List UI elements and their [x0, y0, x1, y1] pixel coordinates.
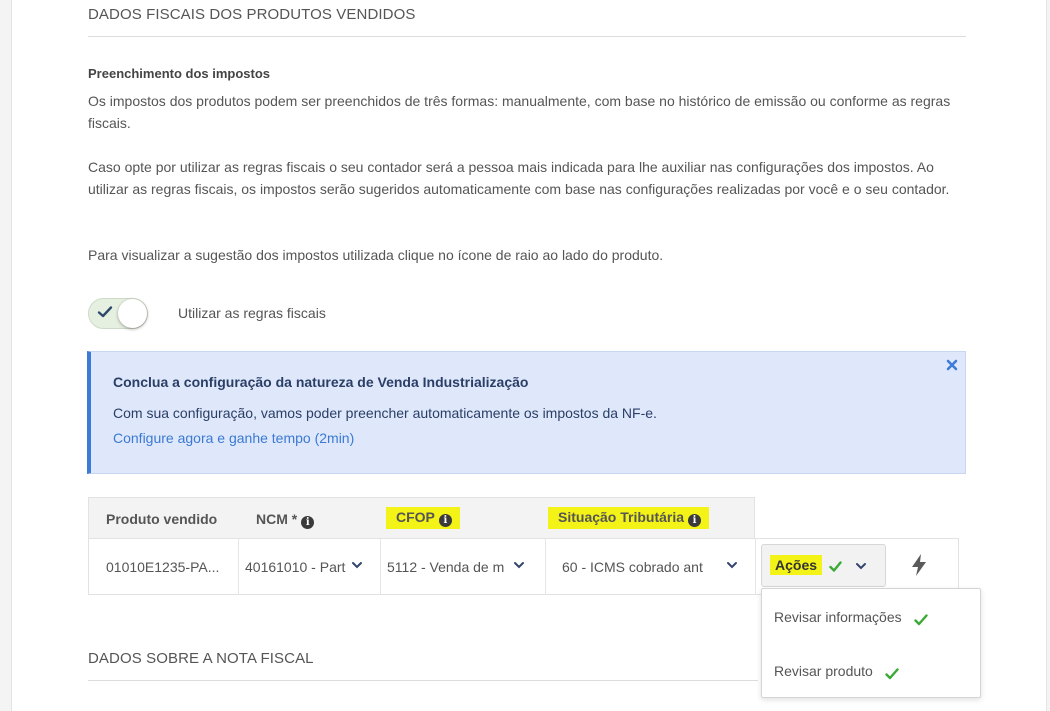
actions-button[interactable]: Ações [761, 544, 886, 587]
toggle-knob [118, 299, 147, 328]
header-cfop: CFOP i [386, 507, 460, 529]
check-icon [913, 614, 928, 626]
header-ncm-label: NCM * [256, 511, 298, 527]
check-icon [829, 561, 842, 572]
situacao-value: 60 - ICMS cobrado ant [562, 559, 703, 575]
info-icon[interactable]: i [301, 516, 315, 529]
menu-item-review-info[interactable]: Revisar informações [774, 609, 928, 626]
check-icon [97, 306, 113, 318]
header-ncm: NCM * i [256, 511, 315, 529]
info-alert: Conclua a configuração da natureza de Ve… [87, 351, 966, 474]
header-product: Produto vendido [106, 511, 218, 527]
fiscal-rules-toggle[interactable] [88, 298, 148, 329]
table-header: Produto vendido NCM * i CFOP i Situação Tr… [88, 497, 755, 539]
cfop-value: 5112 - Venda de m [387, 559, 505, 575]
actions-label: Ações [770, 555, 823, 575]
actions-menu: Revisar informações Revisar produto [761, 588, 981, 698]
alert-text: Com sua configuração, vamos poder preenc… [113, 405, 657, 421]
lightning-icon[interactable] [908, 553, 930, 577]
taxes-heading: Preenchimento dos impostos [88, 66, 271, 81]
taxes-paragraph-1: Os impostos dos produtos podem ser preen… [88, 93, 951, 131]
header-cfop-label: CFOP [396, 509, 435, 525]
check-icon [885, 668, 899, 680]
close-icon[interactable] [945, 358, 959, 372]
info-icon[interactable]: i [438, 514, 452, 527]
info-icon[interactable]: i [688, 514, 702, 527]
ncm-value: 40161010 - Part [245, 559, 346, 575]
divider [88, 36, 966, 37]
ncm-select[interactable]: 40161010 - Part [239, 539, 381, 594]
chevron-down-icon [727, 562, 737, 569]
chevron-down-icon [856, 563, 866, 570]
taxes-paragraph-3: Para visualizar a sugestão dos impostos … [88, 247, 664, 263]
section-title-nota: DADOS SOBRE A NOTA FISCAL [88, 650, 314, 667]
header-situacao-label: Situação Tributária [558, 509, 685, 525]
chevron-down-icon [514, 562, 524, 569]
cell-product: 01010E1235-PA... [89, 539, 239, 594]
situacao-select[interactable]: 60 - ICMS cobrado ant [546, 539, 756, 594]
divider [88, 680, 758, 681]
alert-title: Conclua a configuração da natureza de Ve… [113, 374, 529, 390]
cfop-select[interactable]: 5112 - Venda de m [381, 539, 546, 594]
menu-item-label: Revisar informações [774, 609, 902, 625]
header-situacao: Situação Tributária i [548, 507, 710, 529]
configure-link[interactable]: Configure agora e ganhe tempo (2min) [113, 430, 354, 446]
section-title-fiscal: DADOS FISCAIS DOS PRODUTOS VENDIDOS [88, 6, 416, 23]
chevron-down-icon [352, 562, 362, 569]
menu-item-label: Revisar produto [774, 663, 873, 679]
taxes-paragraph-2: Caso opte por utilizar as regras fiscais… [88, 159, 950, 197]
fiscal-rules-label: Utilizar as regras fiscais [178, 305, 326, 321]
menu-item-review-product[interactable]: Revisar produto [774, 663, 899, 680]
product-value: 01010E1235-PA... [106, 559, 220, 575]
